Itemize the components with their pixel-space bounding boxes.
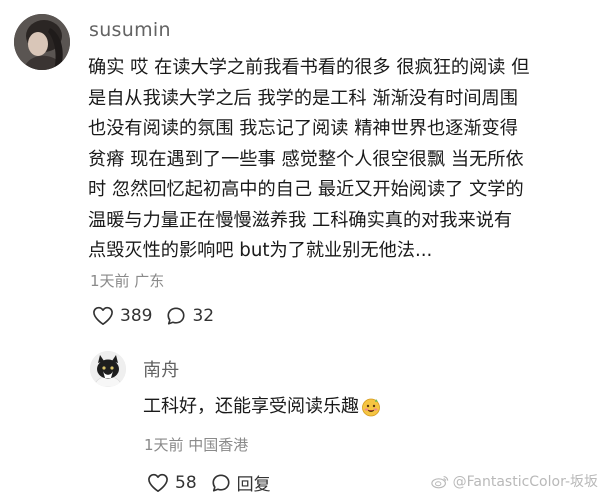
- speech-bubble-icon: [212, 473, 230, 492]
- reply-button-label: 回复: [236, 475, 271, 495]
- reply-avatar[interactable]: [90, 351, 126, 387]
- watermark: @FantasticColor-坂坂: [430, 471, 598, 491]
- reply-button[interactable]: 回复: [211, 470, 271, 495]
- reply-like-count: 58: [175, 472, 197, 493]
- main-comment-text: 确实 哎 在读大学之前我看书看的很多 很疯狂的阅读 但 是自从我读大学之后 我学…: [88, 57, 530, 261]
- reply-like-button[interactable]: 58: [147, 473, 197, 493]
- reply-text-row: 工科好，还能享受阅读乐趣: [143, 393, 381, 421]
- main-comment-actions: 389 32: [92, 306, 228, 326]
- reply-meta: 1天前 中国香港: [144, 436, 249, 454]
- heart-outline-icon: [93, 306, 113, 325]
- watermark-text: @FantasticColor-坂坂: [452, 474, 598, 490]
- heart-outline-icon: [148, 473, 168, 492]
- comment-count: 32: [192, 306, 215, 326]
- speech-bubble-icon: [167, 307, 185, 325]
- main-comment-username[interactable]: susumin: [89, 19, 171, 41]
- reply-actions: 58 回复: [147, 470, 285, 495]
- comment-button[interactable]: 32: [166, 306, 214, 326]
- reply-username[interactable]: 南舟: [143, 356, 180, 382]
- main-comment-meta: 1天前 广东: [90, 272, 165, 290]
- weibo-logo-icon: [430, 475, 448, 488]
- like-button[interactable]: 389: [92, 306, 152, 326]
- like-count: 389: [120, 306, 153, 326]
- main-comment-avatar[interactable]: [14, 14, 70, 70]
- smiling-face-emoji-icon: [361, 397, 381, 417]
- reply-text: 工科好，还能享受阅读乐趣: [143, 396, 359, 417]
